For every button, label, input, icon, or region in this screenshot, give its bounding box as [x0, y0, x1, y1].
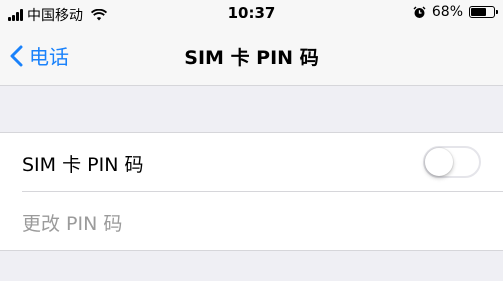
battery-level	[471, 8, 486, 16]
change-pin-row[interactable]: 更改 PIN 码	[22, 191, 503, 250]
toggle-knob	[425, 148, 453, 176]
status-right: 68%	[413, 4, 498, 20]
battery-percent: 68%	[431, 4, 463, 20]
settings-group: SIM 卡 PIN 码 更改 PIN 码	[0, 132, 503, 251]
change-pin-label: 更改 PIN 码	[22, 213, 123, 235]
sim-pin-toggle[interactable]	[423, 146, 481, 178]
status-bar: 中国移动 10:37 68%	[0, 0, 503, 26]
page-title: SIM 卡 PIN 码	[184, 47, 319, 69]
battery-icon	[469, 6, 498, 18]
sim-pin-row: SIM 卡 PIN 码	[0, 133, 503, 191]
sim-pin-label: SIM 卡 PIN 码	[22, 154, 144, 176]
navigation-bar: 电话 SIM 卡 PIN 码	[0, 26, 503, 86]
alarm-icon	[413, 6, 426, 18]
